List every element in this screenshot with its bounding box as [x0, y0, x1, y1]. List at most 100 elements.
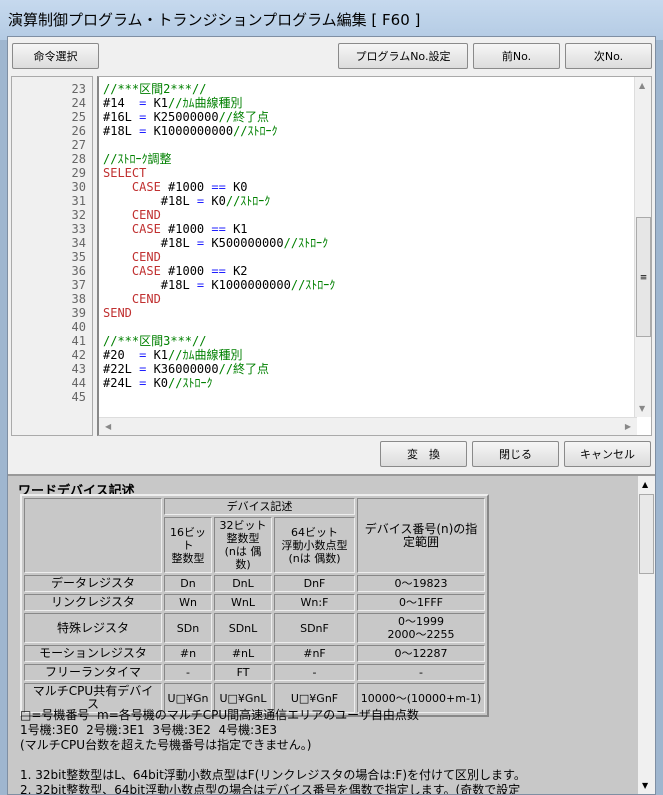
instruction-select-button[interactable]: 命令選択 — [12, 43, 99, 69]
line-number: 35 — [71, 250, 86, 264]
col-32bit-header: 32ビット 整数型 (nは 偶数) — [214, 517, 272, 573]
line-number: 37 — [71, 278, 86, 292]
table-row: データレジスタ Dn DnL DnF 0～19823 — [24, 575, 485, 592]
code-line[interactable]: #24L = K0//ｽﾄﾛｰｸ — [103, 376, 335, 390]
help-scroll-thumb[interactable] — [639, 494, 654, 574]
range-header: デバイス番号(n)の指 定範囲 — [357, 498, 485, 573]
code-token: //***区間2***// — [103, 82, 207, 96]
code-line[interactable]: #22L = K36000000//終了点 — [103, 362, 335, 376]
line-number: 40 — [71, 320, 86, 334]
line-number: 27 — [71, 138, 86, 152]
table-cell: 0～1FFF — [357, 594, 485, 611]
scroll-down-icon[interactable]: ▼ — [639, 404, 645, 413]
table-cell: SDnF — [274, 613, 355, 643]
editor-vertical-scrollbar[interactable]: ▲ ≡ ▼ — [634, 77, 651, 417]
line-number-gutter: 23 24 25 26 27 28 29 30 31 32 33 34 35 36 37 38 39 40 41 42… — [11, 76, 93, 436]
code-line[interactable]: CEND — [103, 208, 335, 222]
code-line[interactable]: CASE #1000 == K2 — [103, 264, 335, 278]
scroll-down-icon[interactable]: ▼ — [642, 781, 648, 790]
table-cell: - — [357, 664, 485, 681]
line-number: 29 — [71, 166, 86, 180]
code-line[interactable]: //***区間3***// — [103, 334, 335, 348]
help-vertical-scrollbar[interactable]: ▲ ▼ — [638, 476, 655, 794]
code-editor[interactable]: //***区間2***//#14 = K1//ｶﾑ曲線種別 #16L = K250… — [97, 76, 652, 436]
code-line[interactable]: //***区間2***// — [103, 82, 335, 96]
table-cell: Wn:F — [274, 594, 355, 611]
code-line[interactable]: //ｽﾄﾛｰｸ調整 — [103, 152, 335, 166]
line-number: 36 — [71, 264, 86, 278]
code-line[interactable]: #18L = K0//ｽﾄﾛｰｸ — [103, 194, 335, 208]
code-line[interactable] — [103, 390, 335, 404]
code-line[interactable]: CEND — [103, 292, 335, 306]
cancel-button[interactable]: キャンセル — [564, 441, 651, 467]
code-token: #20 — [103, 348, 140, 362]
code-token: SEND — [103, 306, 132, 320]
code-token: //ｽﾄﾛｰｸ — [225, 194, 271, 208]
code-line[interactable]: SELECT — [103, 166, 335, 180]
code-token: K1 — [146, 96, 169, 110]
code-token: //***区間3***// — [103, 334, 207, 348]
table-cell: #n — [164, 645, 212, 662]
code-line[interactable]: CASE #1000 == K1 — [103, 222, 335, 236]
table-cell: 0～1999 2000～2255 — [357, 613, 485, 643]
table-cell: - — [164, 664, 212, 681]
line-number: 38 — [71, 292, 86, 306]
code-line[interactable]: SEND — [103, 306, 335, 320]
code-line[interactable]: #16L = K25000000//終了点 — [103, 110, 335, 124]
code-token: #18L — [103, 278, 197, 292]
code-line[interactable] — [103, 138, 335, 152]
row-label: リンクレジスタ — [24, 594, 162, 611]
code-text[interactable]: //***区間2***//#14 = K1//ｶﾑ曲線種別 #16L = K250… — [103, 82, 335, 404]
close-button[interactable]: 閉じる — [472, 441, 559, 467]
line-number: 31 — [71, 194, 86, 208]
code-token: #1000 — [160, 222, 212, 236]
code-line[interactable]: #20 = K1//ｶﾑ曲線種別 — [103, 348, 335, 362]
convert-button[interactable]: 変 換 — [380, 441, 467, 467]
scroll-thumb[interactable]: ≡ — [636, 217, 651, 337]
row-label: データレジスタ — [24, 575, 162, 592]
editor-horizontal-scrollbar[interactable]: ◀ ▶ — [99, 417, 637, 435]
next-no-button[interactable]: 次No. — [565, 43, 652, 69]
code-line[interactable]: CASE #1000 == K0 — [103, 180, 335, 194]
table-cell: FT — [214, 664, 272, 681]
line-number: 32 — [71, 208, 86, 222]
scroll-up-icon[interactable]: ▲ — [639, 81, 645, 90]
line-number: 43 — [71, 362, 86, 376]
code-token: CEND — [131, 292, 161, 306]
scroll-left-icon[interactable]: ◀ — [105, 422, 111, 431]
code-token: //終了点 — [218, 110, 270, 124]
code-token: #14 — [103, 96, 140, 110]
table-cell: - — [274, 664, 355, 681]
prev-no-button[interactable]: 前No. — [473, 43, 560, 69]
code-token: #22L — [103, 362, 140, 376]
scroll-right-icon[interactable]: ▶ — [625, 422, 631, 431]
table-cell: 0～12287 — [357, 645, 485, 662]
code-line[interactable]: CEND — [103, 250, 335, 264]
col-16bit-header: 16ビット 整数型 — [164, 517, 212, 573]
row-label: フリーランタイマ — [24, 664, 162, 681]
table-row: 特殊レジスタ SDn SDnL SDnF 0～1999 2000～2255 — [24, 613, 485, 643]
help-panel: ワードデバイス記述 デバイス記述 デバイス番号(n)の指 定範囲 16ビット 整… — [8, 474, 655, 794]
code-token: K1000000000 — [146, 124, 234, 138]
line-number: 33 — [71, 222, 86, 236]
code-token: == — [211, 222, 226, 236]
code-token: K36000000 — [146, 362, 219, 376]
code-line[interactable]: #18L = K1000000000//ｽﾄﾛｰｸ — [103, 278, 336, 292]
code-line[interactable]: #18L = K1000000000//ｽﾄﾛｰｸ — [103, 124, 335, 138]
code-token: //ｽﾄﾛｰｸ — [168, 376, 213, 390]
program-no-setting-button[interactable]: プログラムNo.設定 — [338, 43, 468, 69]
code-line[interactable]: #14 = K1//ｶﾑ曲線種別 — [103, 96, 335, 110]
word-device-table: デバイス記述 デバイス番号(n)の指 定範囲 16ビット 整数型 32ビット 整… — [20, 494, 489, 717]
table-cell: DnF — [274, 575, 355, 592]
code-token: K25000000 — [146, 110, 219, 124]
code-token: #18L — [103, 124, 140, 138]
code-token: //ｶﾑ曲線種別 — [168, 96, 243, 110]
table-cell: #nL — [214, 645, 272, 662]
scroll-up-icon[interactable]: ▲ — [642, 480, 648, 489]
code-line[interactable]: #18L = K500000000//ｽﾄﾛｰｸ — [103, 236, 335, 250]
code-line[interactable] — [103, 320, 335, 334]
